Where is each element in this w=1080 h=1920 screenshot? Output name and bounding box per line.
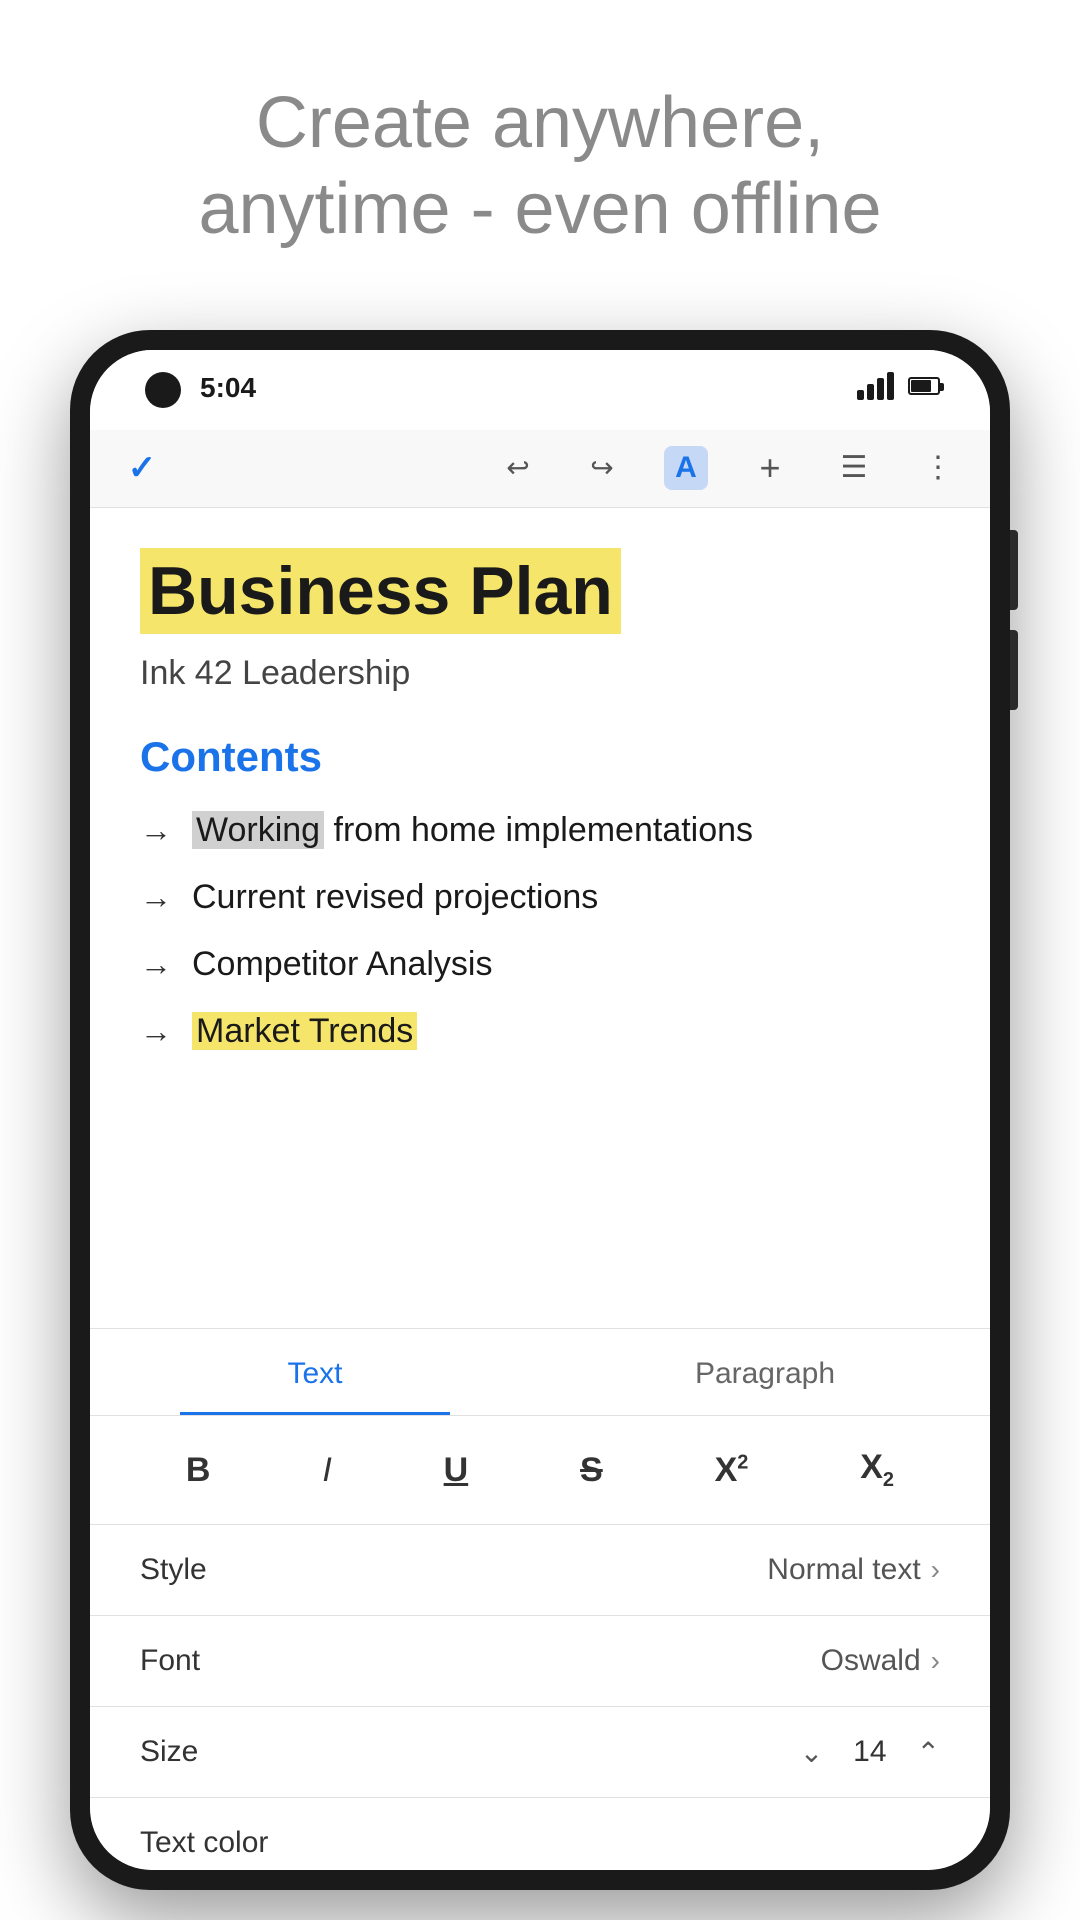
document-title: Business Plan — [148, 553, 613, 629]
status-icons — [857, 372, 940, 400]
bold-button[interactable]: B — [172, 1443, 225, 1498]
size-row: Size ⌄ 14 ⌃ — [90, 1707, 990, 1798]
check-icon[interactable]: ✓ — [120, 446, 164, 490]
size-controls: ⌄ 14 ⌃ — [800, 1735, 940, 1769]
arrow-icon: → — [140, 1013, 172, 1050]
phone-screen: 5:04 ✓ ↩ ↪ A + ☰ ⋮ — [90, 350, 990, 1870]
size-label: Size — [140, 1735, 198, 1769]
hero-line2: anytime - even offline — [198, 169, 881, 249]
chevron-right-icon: › — [931, 1554, 940, 1586]
hero-line1: Create anywhere, — [256, 83, 824, 163]
tab-paragraph[interactable]: Paragraph — [540, 1329, 990, 1415]
text-format-icon[interactable]: A — [664, 446, 708, 490]
toolbar: ✓ ↩ ↪ A + ☰ ⋮ — [90, 428, 990, 508]
font-value[interactable]: Oswald › — [821, 1644, 940, 1678]
redo-icon[interactable]: ↪ — [580, 446, 624, 490]
panel-tabs: Text Paragraph — [90, 1329, 990, 1416]
superscript-button[interactable]: X2 — [701, 1443, 763, 1498]
style-label: Style — [140, 1553, 207, 1587]
underline-button[interactable]: U — [430, 1443, 483, 1498]
status-bar: 5:04 — [90, 350, 990, 430]
bottom-panel: Text Paragraph B I U S X2 X2 Style Norma… — [90, 1328, 990, 1870]
chevron-right-icon: › — [931, 1645, 940, 1677]
title-highlight: Business Plan — [140, 548, 621, 634]
signal-icon — [857, 372, 894, 400]
text-color-row[interactable]: Text color — [90, 1798, 990, 1870]
size-increase-button[interactable]: ⌃ — [917, 1736, 940, 1769]
tab-text[interactable]: Text — [90, 1329, 540, 1415]
strikethrough-button[interactable]: S — [566, 1443, 617, 1498]
style-value[interactable]: Normal text › — [767, 1553, 940, 1587]
list-item: → Working from home implementations — [140, 811, 940, 850]
document-subtitle: Ink 42 Leadership — [140, 654, 940, 693]
hero-text: Create anywhere, anytime - even offline — [0, 0, 1080, 303]
text-color-label: Text color — [140, 1826, 268, 1860]
style-row[interactable]: Style Normal text › — [90, 1525, 990, 1616]
camera-dot — [145, 372, 181, 408]
subscript-button[interactable]: X2 — [846, 1440, 908, 1500]
list-item: → Market Trends — [140, 1012, 940, 1051]
phone-frame: 5:04 ✓ ↩ ↪ A + ☰ ⋮ — [70, 330, 1010, 1890]
comment-icon[interactable]: ☰ — [832, 446, 876, 490]
list-item: → Competitor Analysis — [140, 945, 940, 984]
add-icon[interactable]: + — [748, 446, 792, 490]
volume-up-button — [1010, 530, 1018, 610]
arrow-icon: → — [140, 812, 172, 849]
italic-button[interactable]: I — [308, 1443, 345, 1498]
font-label: Font — [140, 1644, 200, 1678]
battery-icon — [908, 377, 940, 395]
section-title: Contents — [140, 733, 940, 781]
list-item: → Current revised projections — [140, 878, 940, 917]
undo-icon[interactable]: ↩ — [496, 446, 540, 490]
format-row: B I U S X2 X2 — [90, 1416, 990, 1525]
status-time: 5:04 — [200, 372, 256, 404]
font-row[interactable]: Font Oswald › — [90, 1616, 990, 1707]
size-value: 14 — [853, 1735, 886, 1769]
arrow-icon: → — [140, 879, 172, 916]
size-decrease-button[interactable]: ⌄ — [800, 1736, 823, 1769]
arrow-icon: → — [140, 946, 172, 983]
volume-down-button — [1010, 630, 1018, 710]
more-icon[interactable]: ⋮ — [916, 446, 960, 490]
